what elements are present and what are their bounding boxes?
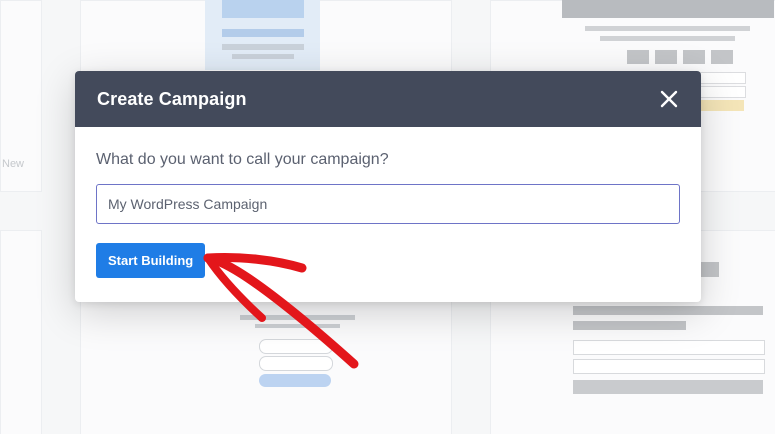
modal-title: Create Campaign (97, 88, 247, 109)
template-preview-box (627, 50, 649, 64)
template-preview-field (573, 359, 765, 374)
template-card (0, 230, 42, 434)
template-preview-field (259, 356, 333, 371)
template-preview-line (222, 29, 304, 37)
close-button[interactable] (657, 87, 681, 111)
template-preview-button (700, 100, 744, 111)
template-preview-field (700, 72, 746, 84)
template-preview-box (683, 50, 705, 64)
template-preview-line (573, 306, 763, 315)
template-preview-header (562, 0, 774, 18)
template-preview-field (573, 340, 765, 355)
campaign-name-prompt: What do you want to call your campaign? (96, 151, 389, 168)
modal-header: Create Campaign (75, 71, 701, 127)
campaign-name-input[interactable] (96, 184, 680, 224)
template-preview-box (655, 50, 677, 64)
template-preview-line (255, 324, 340, 328)
template-preview-box (711, 50, 733, 64)
template-preview-line (585, 26, 750, 31)
create-campaign-modal: Create Campaign What do you want to call… (75, 71, 701, 302)
close-icon (660, 90, 678, 108)
template-preview-field (259, 339, 333, 354)
template-preview-button (573, 380, 763, 394)
start-building-button[interactable]: Start Building (96, 243, 206, 278)
template-preview-line (240, 315, 355, 320)
template-preview-graphic (222, 0, 304, 18)
template-card-label: New (2, 158, 25, 170)
template-preview-line (573, 321, 686, 330)
template-preview-field (700, 86, 746, 98)
template-preview-line (232, 54, 294, 59)
template-preview-line (600, 36, 735, 41)
template-preview-button (259, 374, 331, 387)
template-preview-line (222, 44, 304, 50)
modal-body: What do you want to call your campaign? … (75, 127, 701, 278)
